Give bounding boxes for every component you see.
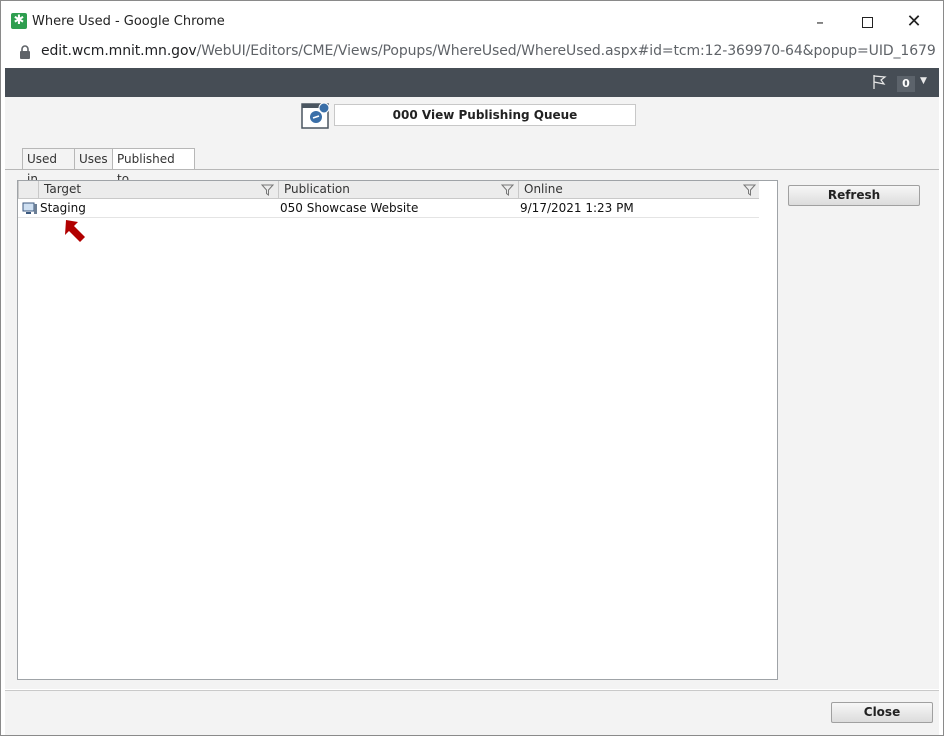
- url-path: /WebUI/Editors/CME/Views/Popups/WhereUse…: [196, 43, 936, 59]
- page-link-icon: [301, 102, 330, 129]
- published-to-grid: Target Publication Online Staging 050 Sh…: [17, 180, 778, 680]
- filter-icon[interactable]: [743, 184, 756, 196]
- minimize-button[interactable]: –: [797, 7, 843, 37]
- notification-count-badge[interactable]: 0: [897, 76, 915, 92]
- browser-popup-window: ✱ Where Used - Google Chrome – ✕ edit.wc…: [0, 0, 944, 736]
- close-window-button[interactable]: ✕: [891, 7, 937, 37]
- column-header-label: Online: [524, 182, 563, 196]
- chevron-down-icon[interactable]: ▼: [920, 76, 927, 86]
- row-publication-cell: 050 Showcase Website: [280, 201, 419, 215]
- target-server-icon: [22, 202, 37, 214]
- tab-published-to[interactable]: Published to: [112, 148, 195, 186]
- maximize-icon: [861, 17, 873, 28]
- red-arrow-annotation-icon: [65, 220, 85, 242]
- maximize-button[interactable]: [844, 7, 890, 37]
- url-host: edit.wcm.mnit.mn.gov: [41, 43, 197, 59]
- address-bar[interactable]: edit.wcm.mnit.mn.gov/WebUI/Editors/CME/V…: [1, 41, 943, 66]
- column-header-label: Publication: [284, 182, 350, 196]
- lock-icon: [20, 45, 30, 59]
- icon-column-header: [18, 181, 38, 198]
- table-row[interactable]: Staging 050 Showcase Website 9/17/2021 1…: [18, 199, 759, 218]
- column-header-publication[interactable]: Publication: [278, 181, 518, 198]
- close-button[interactable]: Close: [831, 702, 933, 723]
- column-header-label: Target: [44, 182, 82, 196]
- tab-used-in[interactable]: Used in: [22, 148, 76, 186]
- flag-icon[interactable]: [871, 74, 887, 90]
- column-header-online[interactable]: Online: [518, 181, 760, 198]
- app-star-icon: ✱: [11, 13, 27, 29]
- grid-header: Target Publication Online: [18, 181, 759, 199]
- app-header-bar: 0 ▼: [5, 68, 939, 97]
- dialog-footer: Close: [5, 690, 939, 735]
- where-used-panel: 000 View Publishing Queue Used in Uses P…: [5, 97, 939, 689]
- url-text[interactable]: edit.wcm.mnit.mn.gov/WebUI/Editors/CME/V…: [41, 43, 936, 59]
- tab-uses[interactable]: Uses: [74, 148, 114, 169]
- window-title: Where Used - Google Chrome: [32, 14, 225, 29]
- title-bar[interactable]: ✱ Where Used - Google Chrome – ✕: [1, 1, 943, 41]
- refresh-button[interactable]: Refresh: [788, 185, 920, 206]
- row-target-cell: Staging: [40, 201, 86, 215]
- filter-icon[interactable]: [261, 184, 274, 196]
- column-header-target[interactable]: Target: [38, 181, 278, 198]
- item-title-field: 000 View Publishing Queue: [334, 104, 636, 126]
- filter-icon[interactable]: [501, 184, 514, 196]
- row-online-cell: 9/17/2021 1:23 PM: [520, 201, 634, 215]
- tab-divider: [5, 169, 939, 170]
